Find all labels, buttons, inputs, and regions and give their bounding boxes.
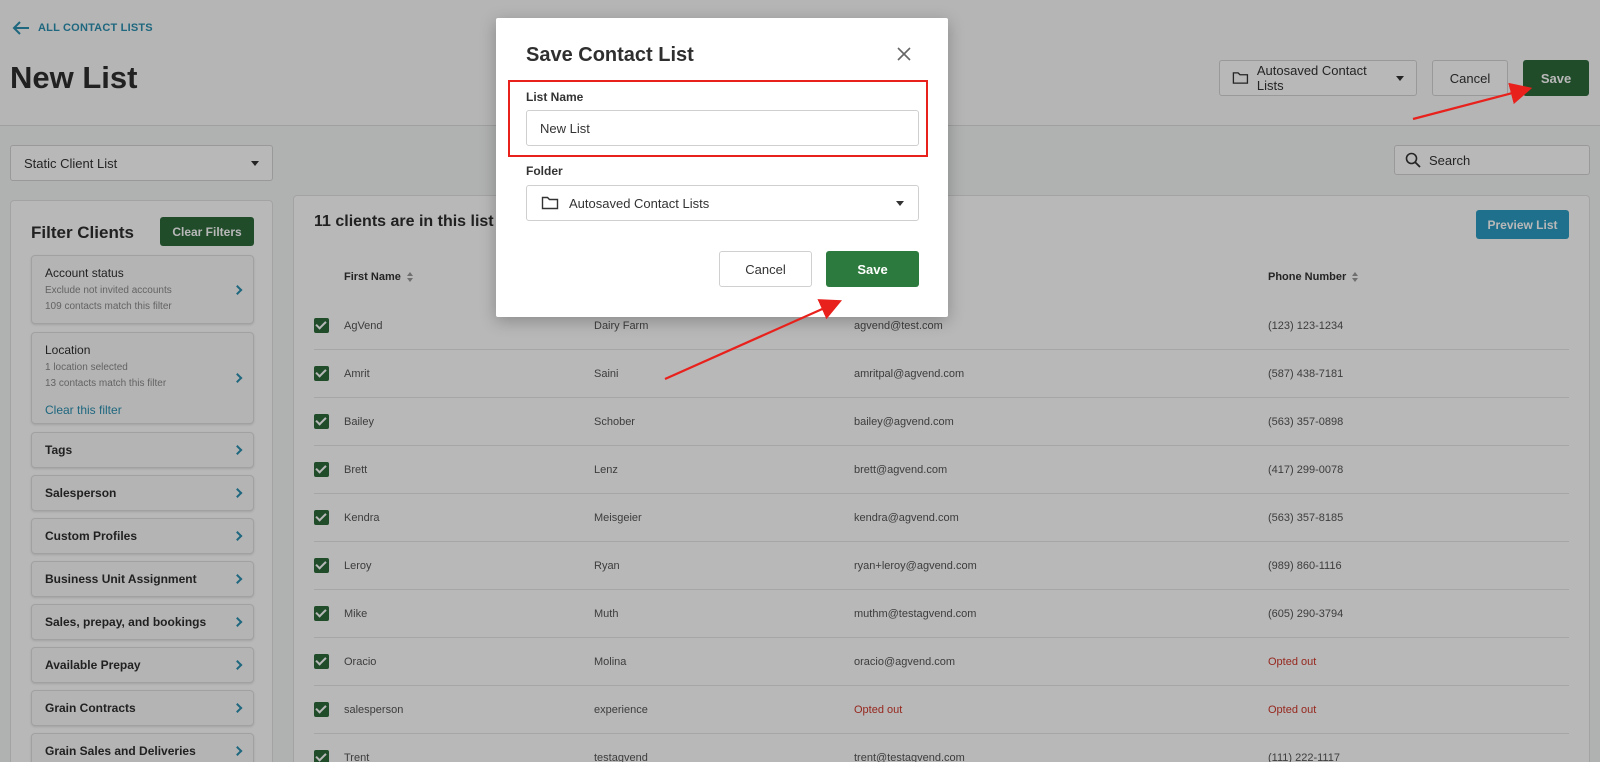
list-name-label: List Name [526,90,584,104]
caret-down-icon [896,200,904,206]
folder-select-value: Autosaved Contact Lists [569,195,710,211]
save-contact-list-dialog: Save Contact List List Name Folder Autos… [496,18,948,317]
close-icon[interactable] [896,46,912,62]
dialog-title: Save Contact List [526,44,694,66]
list-name-input[interactable] [526,110,919,146]
dialog-cancel-button[interactable]: Cancel [719,251,812,287]
folder-select[interactable]: Autosaved Contact Lists [526,185,919,221]
dialog-save-button[interactable]: Save [826,251,919,287]
folder-icon [541,196,559,210]
folder-label: Folder [526,164,563,178]
